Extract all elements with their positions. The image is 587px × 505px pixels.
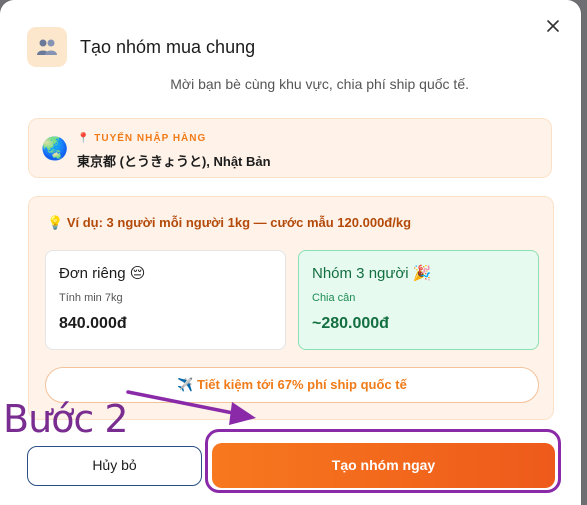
route-value: 東京都 (とうきょうと), Nhật Bản	[77, 154, 271, 169]
people-icon	[27, 27, 67, 67]
party-icon: 🎉	[412, 265, 432, 282]
example-title: 💡 Ví dụ: 3 người mỗi người 1kg — cước mẫ…	[47, 215, 412, 230]
dialog-subtitle: Mời bạn bè cùng khu vực, chia phí ship q…	[170, 76, 469, 92]
example-panel: 💡 Ví dụ: 3 người mỗi người 1kg — cước mẫ…	[28, 196, 554, 420]
cancel-button[interactable]: Hủy bỏ	[27, 446, 202, 486]
close-icon[interactable]	[543, 16, 563, 36]
group-sub: Chia cân	[312, 292, 356, 304]
group-order-card: Nhóm 3 người 🎉 Chia cân ~280.000đ	[298, 250, 539, 350]
single-title: Đơn riêng 😔	[59, 265, 146, 282]
airplane-icon: ✈️	[177, 377, 194, 392]
sad-face-icon: 😔	[129, 265, 146, 282]
single-sub: Tính min 7kg	[59, 292, 123, 304]
group-title: Nhóm 3 người 🎉	[312, 265, 432, 282]
annotation-step-label: Bước 2	[3, 397, 129, 441]
single-price: 840.000đ	[59, 315, 127, 332]
pin-icon: 📍	[77, 133, 91, 144]
dialog-title: Tạo nhóm mua chung	[80, 37, 256, 57]
group-price: ~280.000đ	[312, 315, 389, 332]
create-group-button[interactable]: Tạo nhóm ngay	[212, 443, 555, 488]
lightbulb-icon: 💡	[47, 215, 64, 230]
route-label: 📍 TUYẾN NHẬP HÀNG	[77, 133, 207, 144]
route-card: 🌏 📍 TUYẾN NHẬP HÀNG 東京都 (とうきょうと), Nhật B…	[28, 118, 552, 178]
single-order-card: Đơn riêng 😔 Tính min 7kg 840.000đ	[45, 250, 286, 350]
globe-icon: 🌏	[41, 136, 69, 161]
